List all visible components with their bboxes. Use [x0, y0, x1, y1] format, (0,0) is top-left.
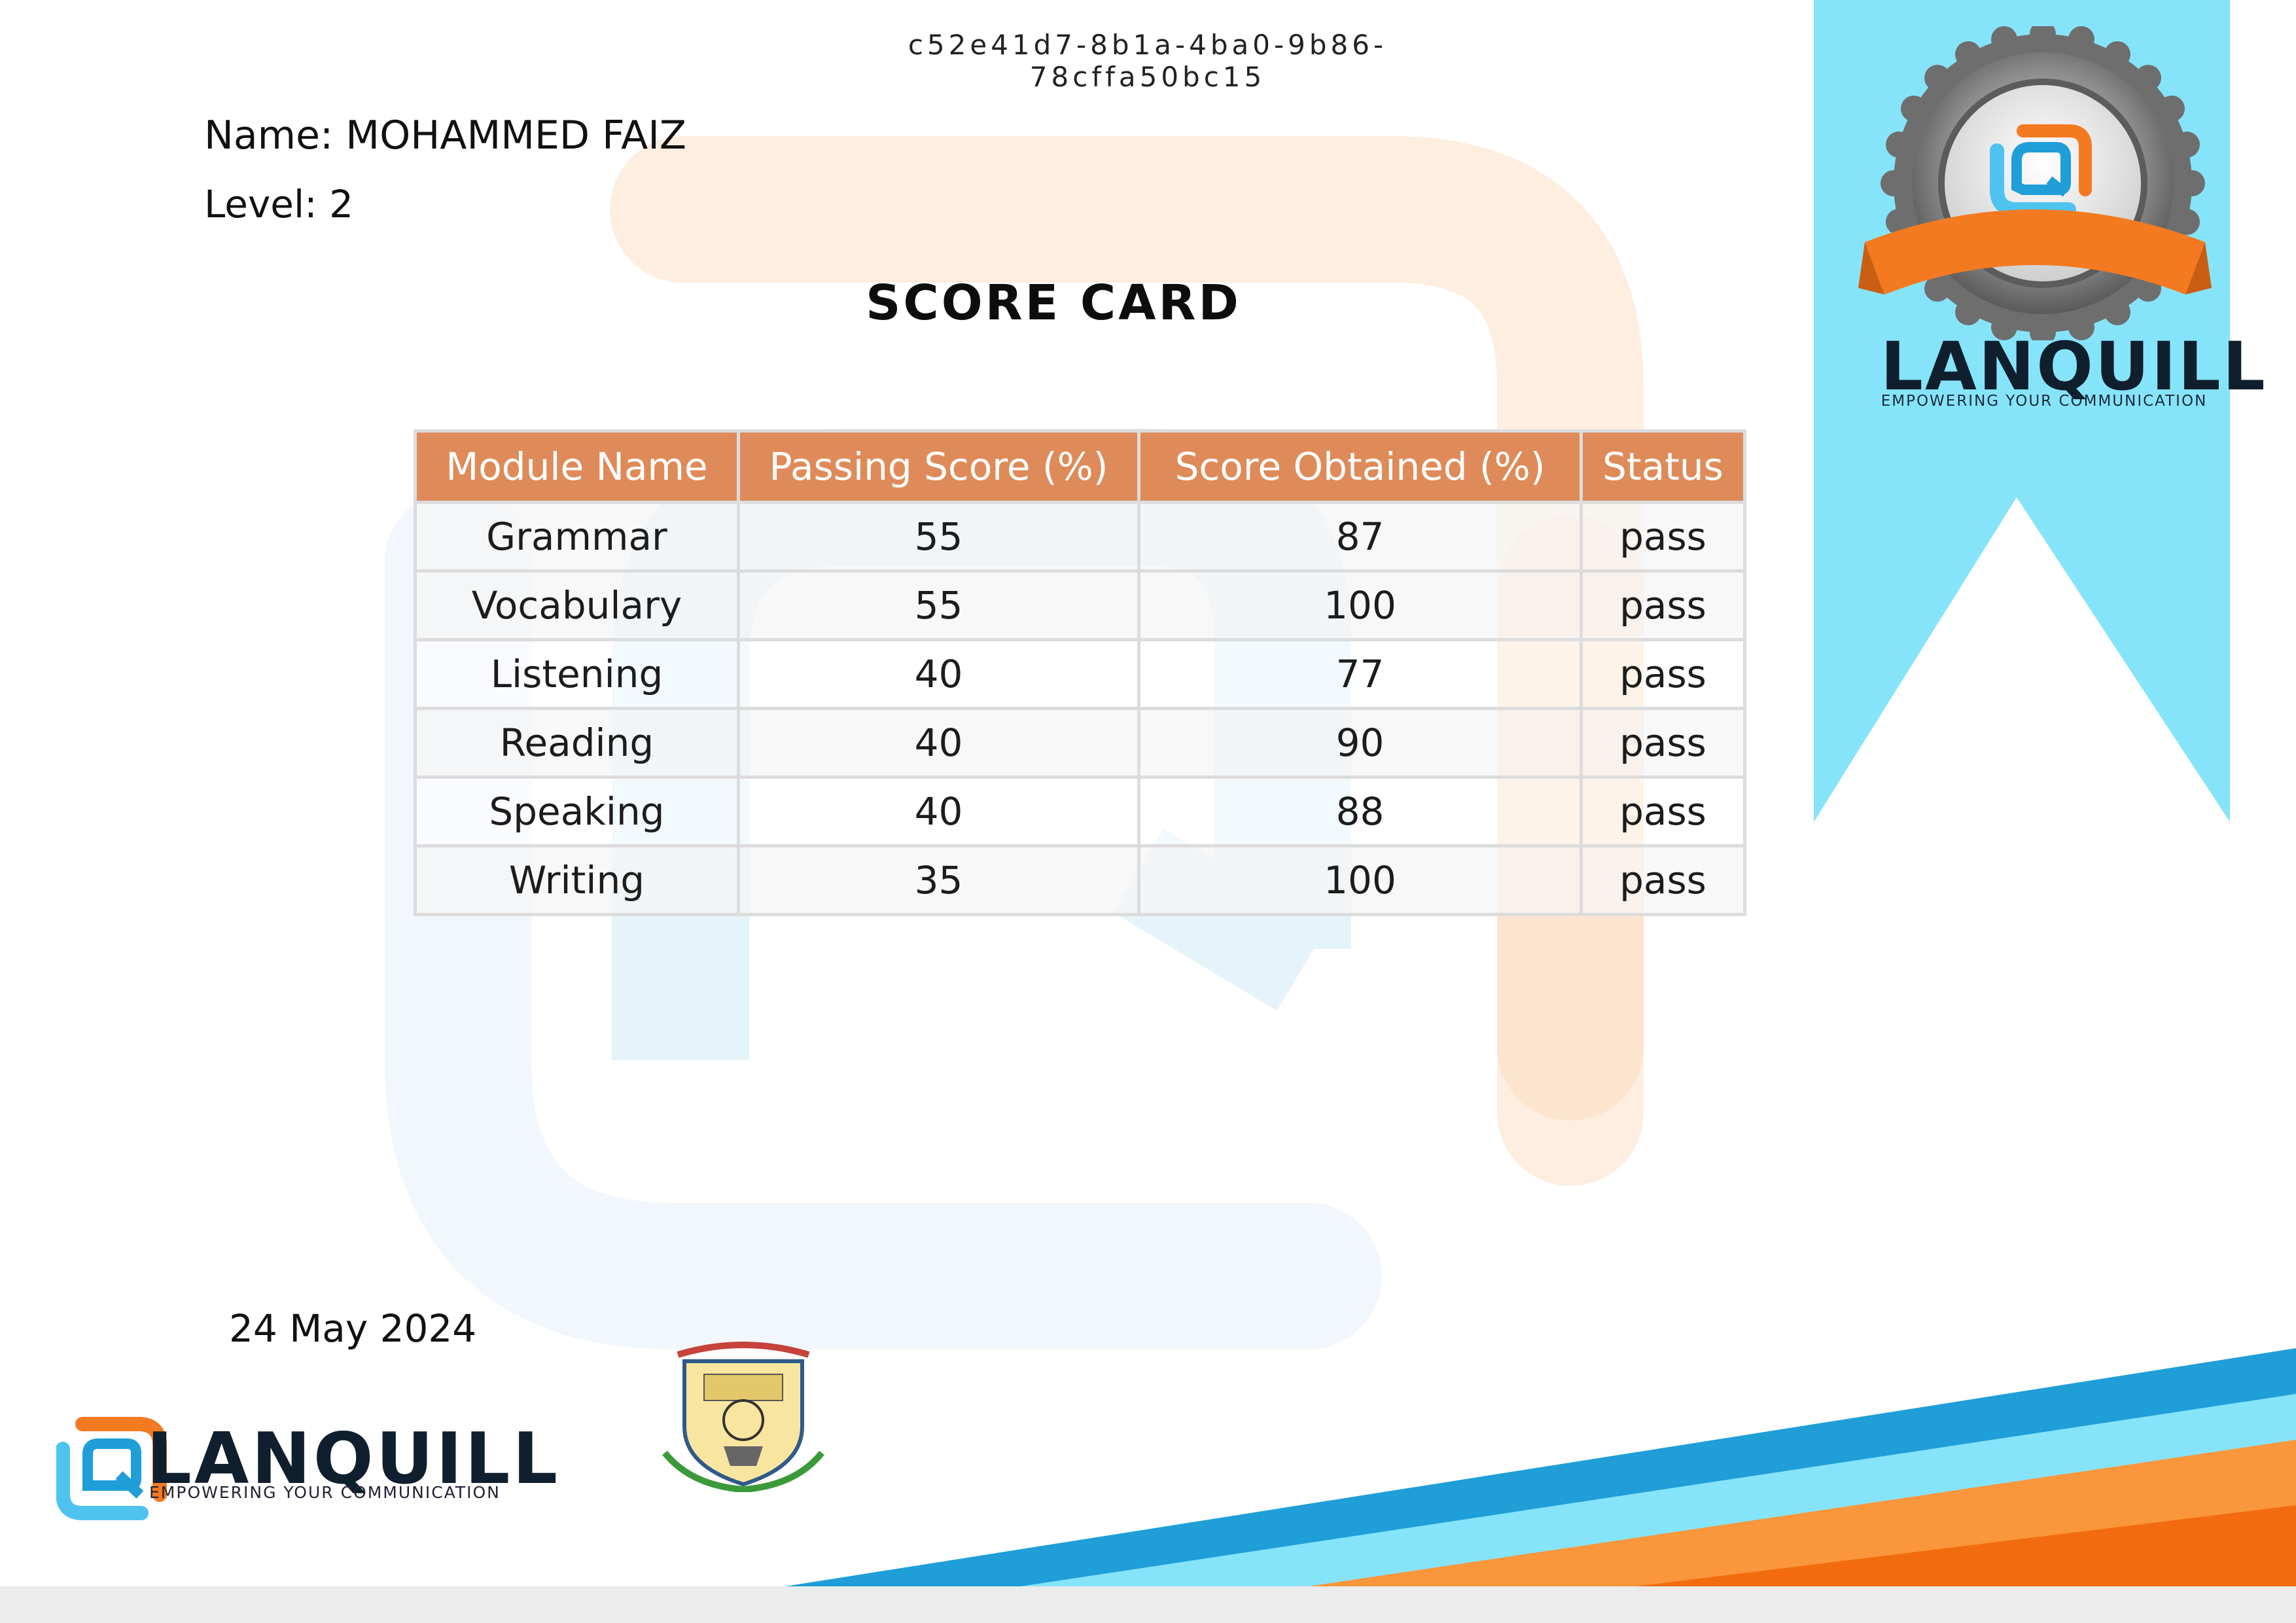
- cell-module: Speaking: [414, 776, 740, 847]
- award-badge-icon: [1858, 26, 2212, 340]
- candidate-name: Name: MOHAMMED FAIZ: [204, 113, 687, 158]
- cell-status: pass: [1580, 844, 1746, 916]
- header-score-obtained: Score Obtained (%): [1137, 429, 1583, 504]
- cell-passing: 55: [737, 501, 1140, 573]
- badge-brand-tagline: EMPOWERING YOUR COMMUNICATION: [1881, 393, 2208, 410]
- cell-passing: 35: [737, 844, 1140, 916]
- issue-date: 24 May 2024: [229, 1306, 477, 1351]
- cell-passing: 40: [737, 776, 1140, 847]
- certificate-id: c52e41d7-8b1a-4ba0-9b86-78cffa50bc15: [908, 29, 1388, 93]
- cell-passing: 55: [737, 569, 1140, 641]
- footer-brand-tagline: EMPOWERING YOUR COMMUNICATION: [149, 1483, 501, 1502]
- cell-obtained: 90: [1137, 707, 1583, 779]
- cell-status: pass: [1580, 569, 1746, 641]
- score-table: Module Name Passing Score (%) Score Obta…: [414, 429, 1746, 916]
- table-row: Grammar 55 87 pass: [414, 501, 1746, 573]
- cell-obtained: 87: [1137, 501, 1583, 573]
- badge-brand-name: LANQUILL: [1881, 328, 2267, 406]
- cell-passing: 40: [737, 638, 1140, 710]
- cell-obtained: 100: [1137, 569, 1583, 641]
- bottom-strip: [0, 1586, 2296, 1623]
- table-row: Listening 40 77 pass: [414, 638, 1746, 710]
- header-module-name: Module Name: [414, 429, 740, 504]
- cell-passing: 40: [737, 707, 1140, 779]
- cell-obtained: 77: [1137, 638, 1583, 710]
- cell-obtained: 100: [1137, 844, 1583, 916]
- candidate-level: Level: 2: [204, 182, 353, 226]
- cell-obtained: 88: [1137, 776, 1583, 847]
- cell-status: pass: [1580, 638, 1746, 710]
- cell-status: pass: [1580, 501, 1746, 573]
- cell-status: pass: [1580, 776, 1746, 847]
- table-header-row: Module Name Passing Score (%) Score Obta…: [414, 429, 1746, 504]
- table-row: Vocabulary 55 100 pass: [414, 569, 1746, 641]
- cell-module: Vocabulary: [414, 569, 740, 641]
- cell-module: Listening: [414, 638, 740, 710]
- cell-module: Grammar: [414, 501, 740, 573]
- cell-module: Reading: [414, 707, 740, 779]
- page-title: SCORE CARD: [866, 275, 1241, 331]
- score-card-page: c52e41d7-8b1a-4ba0-9b86-78cffa50bc15 Nam…: [0, 0, 2296, 1623]
- header-passing-score: Passing Score (%): [737, 429, 1140, 504]
- table-row: Writing 35 100 pass: [414, 844, 1746, 916]
- college-emblem-icon: [662, 1342, 824, 1492]
- cell-module: Writing: [414, 844, 740, 916]
- table-row: Reading 40 90 pass: [414, 707, 1746, 779]
- table-row: Speaking 40 88 pass: [414, 776, 1746, 847]
- cell-status: pass: [1580, 707, 1746, 779]
- header-status: Status: [1580, 429, 1746, 504]
